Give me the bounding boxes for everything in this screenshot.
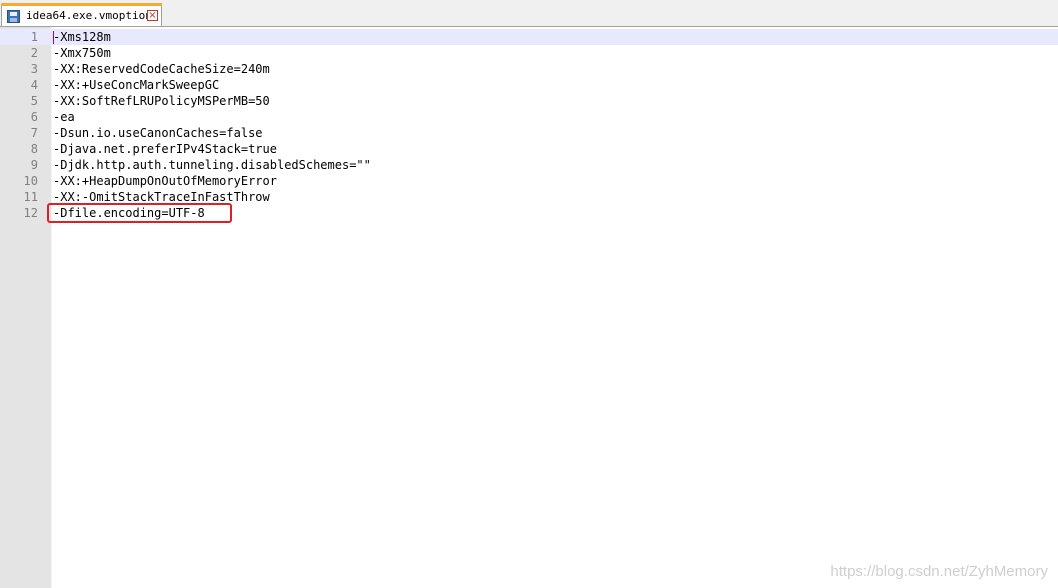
code-line-2[interactable]: 2 -Xmx750m <box>0 45 1058 61</box>
watermark: https://blog.csdn.net/ZyhMemory <box>830 563 1048 580</box>
line-text: -Xmx750m <box>53 46 111 60</box>
active-tab-indicator <box>1 3 162 6</box>
line-text: -XX:ReservedCodeCacheSize=240m <box>53 62 270 76</box>
code-line-6[interactable]: 6 -ea <box>0 109 1058 125</box>
line-number: 12 <box>23 206 38 220</box>
line-text: -ea <box>53 110 75 124</box>
line-number: 5 <box>30 94 38 108</box>
line-text: -XX:+UseConcMarkSweepGC <box>53 78 220 92</box>
line-number: 1 <box>30 30 38 44</box>
line-number: 7 <box>30 126 38 140</box>
line-text: -XX:SoftRefLRUPolicyMSPerMB=50 <box>53 94 270 108</box>
line-text: -Dsun.io.useCanonCaches=false <box>53 126 263 140</box>
code-line-3[interactable]: 3 -XX:ReservedCodeCacheSize=240m <box>0 61 1058 77</box>
code-line-5[interactable]: 5 -XX:SoftRefLRUPolicyMSPerMB=50 <box>0 93 1058 109</box>
line-text: -Xms128m <box>53 30 111 44</box>
line-number: 4 <box>30 78 38 92</box>
line-number: 6 <box>30 110 38 124</box>
line-text: -XX:+HeapDumpOnOutOfMemoryError <box>53 174 277 188</box>
line-number: 11 <box>23 190 38 204</box>
tab-bar: idea64.exe.vmoptions × <box>0 0 1058 27</box>
save-icon <box>7 10 20 23</box>
line-number: 2 <box>30 46 38 60</box>
line-number: 10 <box>23 174 38 188</box>
line-number: 3 <box>30 62 38 76</box>
text-caret <box>53 31 54 44</box>
line-number: 9 <box>30 158 38 172</box>
code-line-1[interactable]: 1 -Xms128m <box>0 29 1058 45</box>
code-line-10[interactable]: 10 -XX:+HeapDumpOnOutOfMemoryError <box>0 173 1058 189</box>
close-icon[interactable]: × <box>147 10 158 21</box>
file-tab[interactable]: idea64.exe.vmoptions × <box>1 3 162 26</box>
line-text: -Djava.net.preferIPv4Stack=true <box>53 142 277 156</box>
code-line-9[interactable]: 9 -Djdk.http.auth.tunneling.disabledSche… <box>0 157 1058 173</box>
code-line-7[interactable]: 7 -Dsun.io.useCanonCaches=false <box>0 125 1058 141</box>
code-line-8[interactable]: 8 -Djava.net.preferIPv4Stack=true <box>0 141 1058 157</box>
text-editor[interactable]: 1 -Xms128m 2 -Xmx750m 3 -XX:ReservedCode… <box>0 27 1058 588</box>
line-number: 8 <box>30 142 38 156</box>
line-text: -Djdk.http.auth.tunneling.disabledScheme… <box>53 158 371 172</box>
annotation-highlight-box <box>47 203 232 223</box>
tab-label: idea64.exe.vmoptions <box>26 9 159 22</box>
code-line-4[interactable]: 4 -XX:+UseConcMarkSweepGC <box>0 77 1058 93</box>
